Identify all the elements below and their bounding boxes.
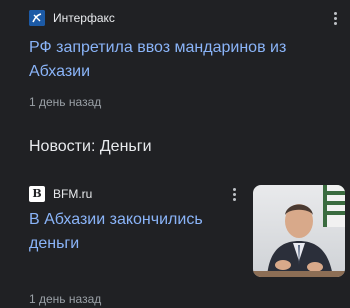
source-name: BFM.ru (53, 187, 93, 201)
more-vert-icon[interactable] (327, 9, 343, 27)
source-row: B BFM.ru (29, 185, 92, 203)
bfm-logo-icon: B (29, 186, 45, 202)
source-name: Интерфакс (53, 11, 115, 25)
headline-link[interactable]: В Абхазии закончились деньги (29, 208, 239, 256)
section-title: Новости: Деньги (29, 138, 152, 155)
news-photo-thumbnail[interactable] (253, 185, 345, 277)
timestamp: 1 день назад (29, 292, 102, 306)
bfm-logo-letter: B (32, 187, 42, 200)
more-vert-icon[interactable] (226, 185, 242, 203)
headline-link[interactable]: РФ запретила ввоз мандаринов из Абхазии (29, 36, 319, 84)
interfax-logo-icon (29, 10, 45, 26)
timestamp: 1 день назад (29, 95, 102, 109)
news-card-interfax[interactable]: Интерфакс РФ запретила ввоз мандаринов и… (0, 0, 350, 125)
source-row: Интерфакс (29, 9, 115, 27)
